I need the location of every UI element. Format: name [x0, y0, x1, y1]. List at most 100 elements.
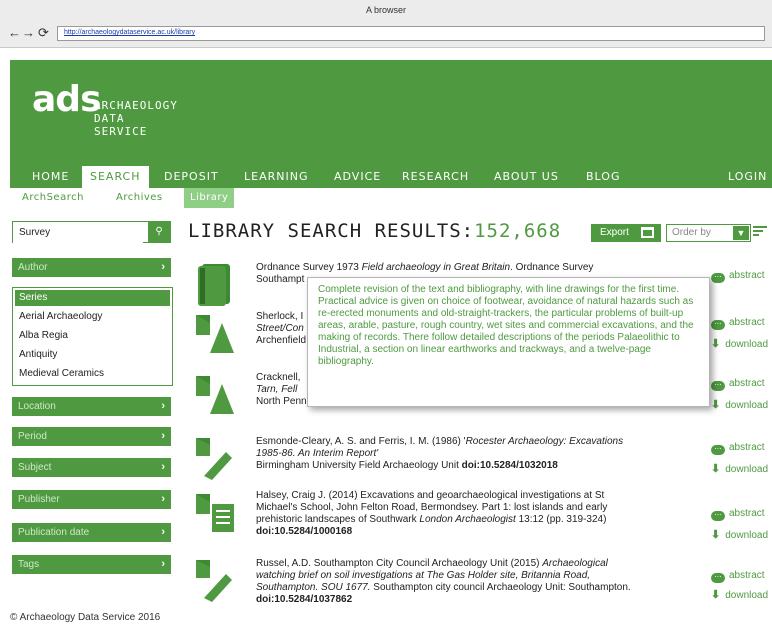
- main-nav: HOME SEARCH DEPOSIT LEARNING ADVICE RESE…: [10, 166, 772, 188]
- citation-text: 1985-86. An Interim Report': [256, 448, 379, 459]
- download-link[interactable]: ⬇ download: [711, 337, 768, 350]
- subnav-library[interactable]: Library: [184, 188, 235, 208]
- citation-text: Southampt: [256, 274, 305, 285]
- abstract-link[interactable]: ⋯ abstract: [711, 442, 765, 455]
- abstract-link[interactable]: ⋯ abstract: [711, 317, 765, 330]
- nav-deposit[interactable]: DEPOSIT: [156, 166, 227, 188]
- series-item[interactable]: Alba Regia: [19, 330, 68, 341]
- facet-publication-date[interactable]: Publication date ›: [12, 523, 171, 542]
- citation-line: Ordnance Survey 1973 Field archaeology i…: [256, 262, 696, 274]
- citation-line: Russel, A.D. Southampton City Council Ar…: [256, 558, 696, 570]
- results-count: 152,668: [474, 220, 562, 242]
- citation-line: doi:10.5284/1000168: [256, 526, 696, 538]
- search-input[interactable]: [13, 222, 143, 243]
- download-label: download: [725, 464, 769, 475]
- facet-tags[interactable]: Tags ›: [12, 555, 171, 574]
- citation-text: Halsey, Craig J. (2014) Excavations and …: [256, 490, 605, 501]
- chevron-right-icon: ›: [161, 526, 165, 538]
- facet-subject[interactable]: Subject ›: [12, 458, 171, 477]
- citation-line: Esmonde-Cleary, A. S. and Ferris, I. M. …: [256, 436, 696, 448]
- subnav-archives[interactable]: Archives: [110, 188, 169, 208]
- nav-home[interactable]: HOME: [24, 166, 78, 188]
- site-header: ads ARCHAEOLOGY DATA SERVICE: [10, 60, 772, 166]
- abstract-link[interactable]: ⋯ abstract: [711, 570, 765, 583]
- chevron-right-icon: ›: [161, 400, 165, 412]
- results-title: LIBRARY SEARCH RESULTS:152,668: [188, 220, 561, 242]
- chevron-right-icon: ›: [161, 558, 165, 570]
- grey-literature-icon: [196, 315, 234, 353]
- abstract-link[interactable]: ⋯ abstract: [711, 270, 765, 283]
- abstract-link[interactable]: ⋯ abstract: [711, 378, 765, 391]
- abstract-label: abstract: [729, 508, 765, 519]
- facet-series[interactable]: Series: [15, 290, 170, 306]
- download-link[interactable]: ⬇ download: [711, 528, 768, 541]
- nav-login[interactable]: LOGIN: [720, 166, 772, 188]
- back-arrow-icon[interactable]: ←: [8, 26, 21, 40]
- download-icon: ⬇: [711, 463, 721, 475]
- search-icon[interactable]: ⚲: [148, 222, 170, 242]
- nav-blog[interactable]: BLOG: [578, 166, 629, 188]
- citation-text: Field archaeology in Great Britain: [361, 262, 511, 273]
- series-item[interactable]: Antiquity: [19, 349, 57, 360]
- logo-line-2: DATA SERVICE: [94, 112, 148, 138]
- ads-logo[interactable]: ads ARCHAEOLOGY DATA SERVICE: [32, 82, 177, 139]
- facet-period[interactable]: Period ›: [12, 427, 171, 446]
- citation-line: prehistoric landscapes of Southwark Lond…: [256, 514, 696, 526]
- facet-author[interactable]: Author ›: [12, 258, 171, 277]
- chevron-right-icon: ›: [161, 493, 165, 505]
- doi-link[interactable]: doi:10.5284/1037862: [256, 594, 352, 605]
- speech-bubble-icon: ⋯: [711, 511, 725, 521]
- address-bar[interactable]: http://archaeologydataservice.ac.uk/libr…: [57, 26, 765, 41]
- nav-about-us[interactable]: ABOUT US: [486, 166, 567, 188]
- chevron-down-icon: ▼: [733, 226, 749, 240]
- speech-bubble-icon: ⋯: [711, 445, 725, 455]
- citation-text: Rocester Archaeology: Excavations: [465, 436, 624, 447]
- export-button[interactable]: Export: [591, 224, 661, 242]
- series-item[interactable]: Medieval Ceramics: [19, 368, 104, 379]
- speech-bubble-icon: ⋯: [711, 273, 725, 283]
- doi-link[interactable]: doi:10.5284/1000168: [256, 526, 352, 537]
- order-by-select[interactable]: Order by ▼: [666, 224, 751, 242]
- citation-text: Southampton. SOU 1677.: [256, 582, 371, 593]
- trowel-icon: [196, 438, 232, 480]
- grey-literature-icon: [196, 376, 234, 414]
- facet-publisher[interactable]: Publisher ›: [12, 490, 171, 509]
- nav-learning[interactable]: LEARNING: [236, 166, 317, 188]
- download-label: download: [725, 339, 769, 350]
- download-link[interactable]: ⬇ download: [711, 462, 768, 475]
- citation-text: London Archaeologist: [419, 514, 516, 525]
- download-label: download: [725, 530, 769, 541]
- chevron-right-icon: ›: [161, 261, 165, 273]
- citation-line: 1985-86. An Interim Report': [256, 448, 696, 460]
- facet-label: Tags: [18, 559, 40, 570]
- download-link[interactable]: ⬇ download: [711, 398, 768, 411]
- abstract-label: abstract: [729, 270, 765, 281]
- result-citation: Esmonde-Cleary, A. S. and Ferris, I. M. …: [256, 436, 696, 472]
- sort-icon[interactable]: [753, 226, 767, 238]
- export-icon: [641, 227, 654, 238]
- citation-text: . Ordnance Survey: [510, 262, 594, 273]
- browser-chrome: A browser ← → ⟳ http://archaeologydatase…: [0, 0, 772, 48]
- nav-research[interactable]: RESEARCH: [394, 166, 478, 188]
- download-link[interactable]: ⬇ download: [711, 588, 768, 601]
- series-item[interactable]: Aerial Archaeology: [19, 311, 102, 322]
- chevron-right-icon: ›: [161, 461, 165, 473]
- trowel-icon: [196, 560, 232, 602]
- nav-advice[interactable]: ADVICE: [326, 166, 390, 188]
- citation-text: Tarn, Fell: [256, 384, 298, 395]
- citation-text: Michael's School, John Felton Road, Berm…: [256, 502, 608, 513]
- subnav-archsearch[interactable]: ArchSearch: [16, 188, 90, 208]
- facet-location[interactable]: Location ›: [12, 397, 171, 416]
- citation-line: Michael's School, John Felton Road, Berm…: [256, 502, 696, 514]
- download-label: download: [725, 400, 769, 411]
- reload-icon[interactable]: ⟳: [38, 26, 49, 40]
- citation-text: Ordnance Survey 1973: [256, 262, 362, 273]
- result-citation: Halsey, Craig J. (2014) Excavations and …: [256, 490, 696, 538]
- forward-arrow-icon[interactable]: →: [22, 26, 35, 40]
- citation-line: doi:10.5284/1037862: [256, 594, 696, 606]
- window-title: A browser: [365, 5, 407, 15]
- journal-article-icon: [196, 494, 234, 532]
- nav-search[interactable]: SEARCH: [82, 166, 149, 188]
- doi-link[interactable]: doi:10.5284/1032018: [462, 460, 558, 471]
- abstract-link[interactable]: ⋯ abstract: [711, 508, 765, 521]
